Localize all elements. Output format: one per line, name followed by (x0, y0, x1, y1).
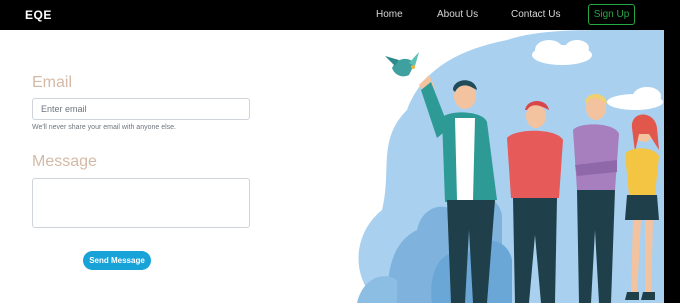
send-message-button[interactable]: Send Message (83, 251, 151, 270)
nav-link-contact-us[interactable]: Contact Us (511, 9, 560, 20)
nav-link-about-us[interactable]: About Us (437, 9, 478, 20)
page-edge (664, 30, 680, 303)
navbar: EQE Home About Us Contact Us Sign Up (0, 0, 680, 30)
bird-icon (385, 52, 419, 77)
team-illustration (337, 30, 664, 303)
brand-logo[interactable]: EQE (25, 8, 52, 22)
email-input[interactable] (32, 98, 250, 120)
email-label: Email (32, 74, 73, 91)
message-label: Message (32, 153, 97, 170)
message-textarea[interactable] (32, 178, 250, 228)
nav-link-home[interactable]: Home (376, 9, 403, 20)
signup-button[interactable]: Sign Up (588, 4, 635, 25)
email-help-text: We'll never share your email with anyone… (32, 124, 176, 131)
